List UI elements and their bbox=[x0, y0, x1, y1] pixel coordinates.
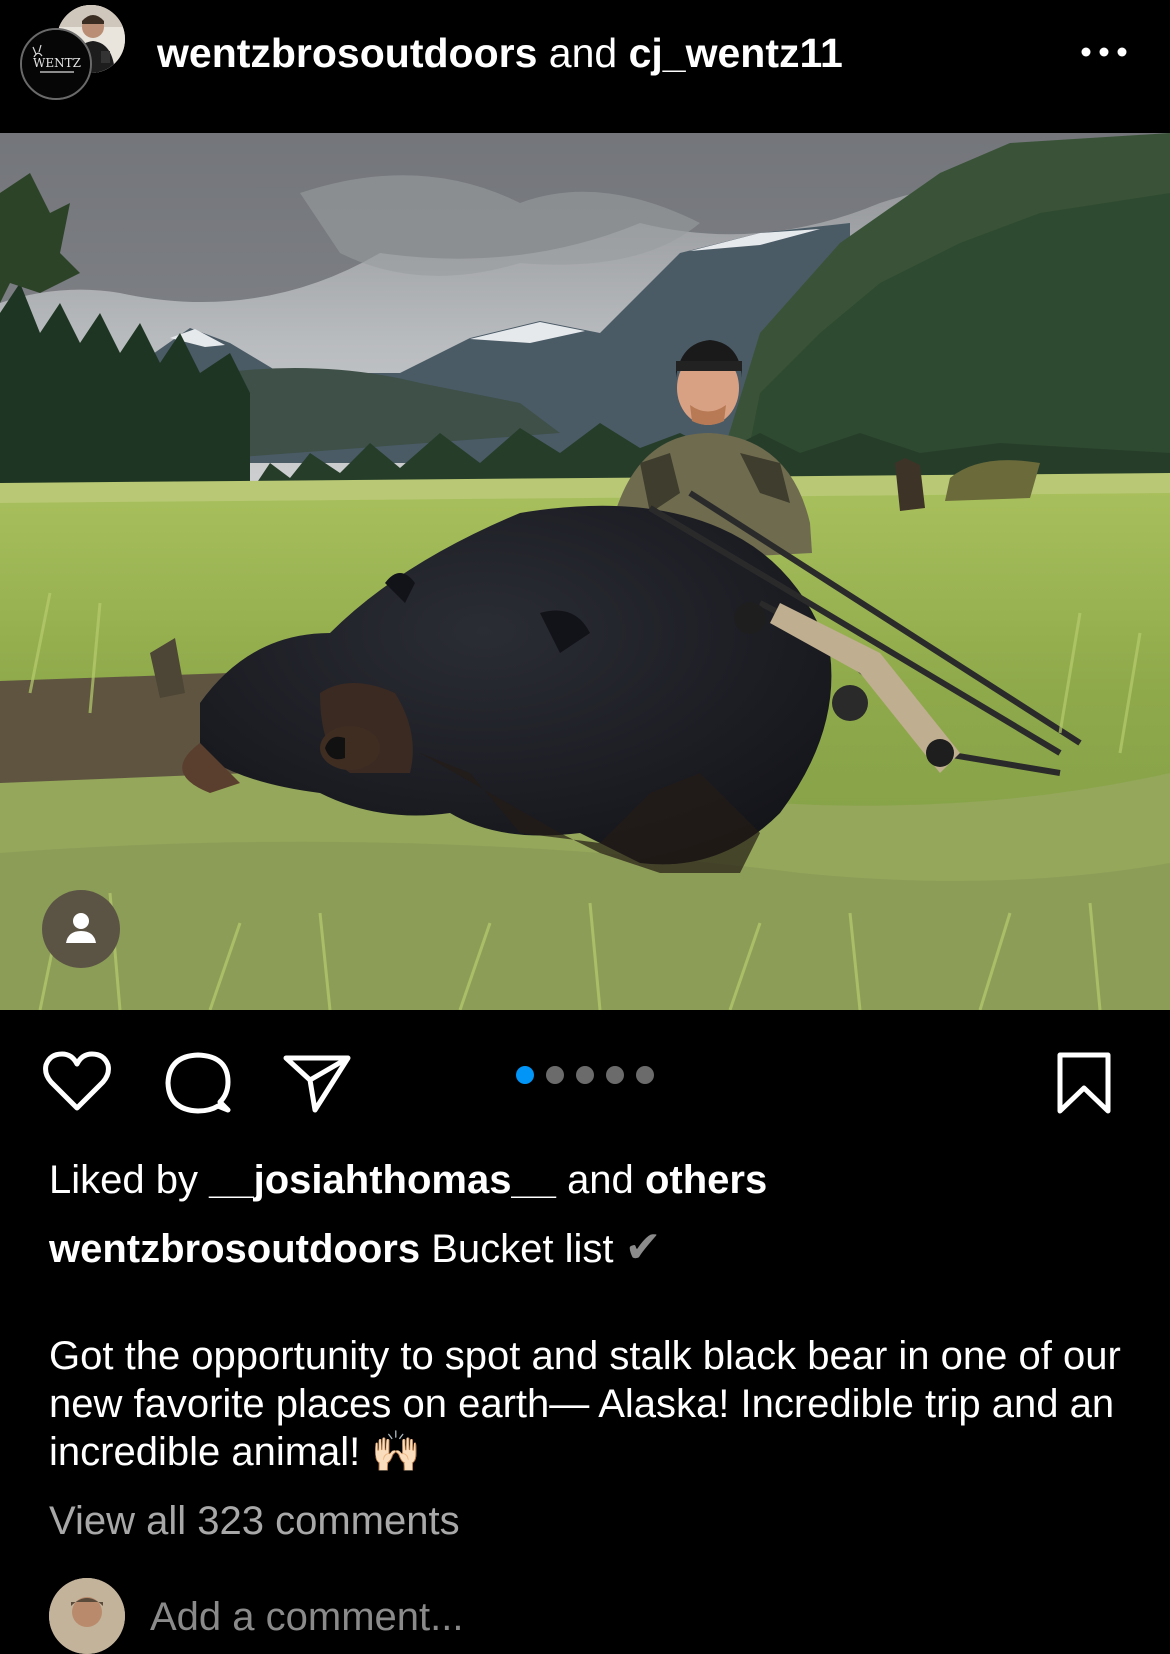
post-author-line: wentzbrosoutdoors and cj_wentz11 bbox=[157, 28, 843, 78]
username-cj-wentz11[interactable]: cj_wentz11 bbox=[629, 30, 843, 76]
heart-icon[interactable] bbox=[42, 1050, 112, 1119]
current-user-avatar bbox=[49, 1578, 125, 1654]
carousel-dot[interactable] bbox=[576, 1066, 594, 1084]
caption-headline: wentzbrosoutdoors Bucket list ✔ bbox=[49, 1223, 662, 1274]
likes-username[interactable]: __josiahthomas__ bbox=[209, 1158, 556, 1202]
avatar-wentzbrosoutdoors[interactable]: WENTZ bbox=[20, 28, 92, 100]
carousel-dot[interactable] bbox=[516, 1066, 534, 1084]
comment-bubble-icon[interactable] bbox=[164, 1050, 232, 1121]
post-image[interactable] bbox=[0, 133, 1170, 1010]
likes-summary[interactable]: Liked by __josiahthomas__ and others bbox=[49, 1155, 767, 1205]
collab-avatars[interactable]: WENTZ bbox=[18, 0, 128, 110]
likes-connector: and bbox=[567, 1158, 634, 1202]
carousel-dot[interactable] bbox=[606, 1066, 624, 1084]
likes-prefix: Liked by bbox=[49, 1158, 198, 1202]
caption-username[interactable]: wentzbrosoutdoors bbox=[49, 1227, 420, 1271]
post-header: WENTZ wentzbrosoutdoors and cj_wentz11 bbox=[0, 0, 1170, 133]
carousel-dot[interactable] bbox=[546, 1066, 564, 1084]
bookmark-icon[interactable] bbox=[1055, 1050, 1113, 1121]
caption-body: Got the opportunity to spot and stalk bl… bbox=[49, 1334, 1121, 1474]
checkmark-icon: ✔ bbox=[624, 1223, 662, 1272]
add-comment-input[interactable]: Add a comment... bbox=[150, 1592, 463, 1642]
paper-plane-icon[interactable] bbox=[282, 1052, 352, 1119]
caption-headline-text: Bucket list bbox=[431, 1227, 614, 1271]
username-wentzbrosoutdoors[interactable]: wentzbrosoutdoors bbox=[157, 30, 537, 76]
more-icon[interactable] bbox=[1080, 42, 1130, 62]
likes-others[interactable]: others bbox=[645, 1158, 767, 1202]
view-all-comments-link[interactable]: View all 323 comments bbox=[49, 1496, 460, 1546]
person-tag-icon[interactable] bbox=[42, 890, 120, 968]
author-connector: and bbox=[548, 30, 618, 76]
avatar-logo-text: WENTZ bbox=[33, 56, 81, 70]
carousel-dot[interactable] bbox=[636, 1066, 654, 1084]
